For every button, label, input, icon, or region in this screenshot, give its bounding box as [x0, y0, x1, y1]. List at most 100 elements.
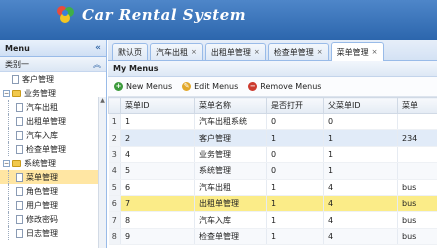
tree-item[interactable]: 客户管理 — [0, 72, 106, 86]
tree-connector — [8, 198, 9, 212]
table-cell: 0 — [266, 146, 324, 164]
tab-label: 汽车出租 — [156, 47, 188, 57]
collapse-toggle-icon[interactable]: − — [3, 89, 10, 97]
table-cell: 4 — [323, 195, 398, 213]
tree-item-label: 检查单管理 — [26, 144, 66, 154]
tree-connector — [8, 212, 9, 226]
tree-connector — [8, 142, 9, 156]
tree-connector — [8, 184, 9, 198]
tree-item-label: 修改密码 — [26, 214, 58, 224]
tree-item[interactable]: 汽车入库 — [0, 128, 106, 142]
column-header[interactable]: 菜单名称 — [194, 97, 267, 114]
tree-item-label: 出租单管理 — [26, 116, 66, 126]
remove-menus-button[interactable]: − Remove Menus — [248, 82, 321, 91]
file-icon — [16, 144, 23, 154]
sidebar-group-header[interactable]: 类别一 ︽ — [0, 57, 106, 72]
table-cell: 0 — [266, 162, 324, 180]
row-number-header — [108, 97, 121, 114]
table-row[interactable]: 7 8 汽车入库 1 4 bus — [108, 211, 437, 229]
table-cell: 1 — [266, 211, 324, 229]
table-cell — [397, 146, 437, 164]
tab-3[interactable]: 检查单管理 × — [267, 43, 329, 60]
double-chevron-left-icon[interactable]: « — [95, 43, 101, 53]
column-header[interactable]: 菜单ID — [120, 97, 195, 114]
logo-icon — [57, 6, 74, 23]
collapse-toggle-icon[interactable]: − — [3, 159, 10, 167]
tab-label: 检查单管理 — [273, 47, 314, 57]
table-cell: 4 — [323, 179, 398, 196]
tree-folder[interactable]: − 业务管理 — [0, 86, 106, 100]
tree-item[interactable]: 检查单管理 — [0, 142, 106, 156]
row-number: 8 — [108, 228, 121, 246]
sidebar-scrollbar[interactable]: ▲ — [98, 97, 106, 248]
row-number: 5 — [108, 179, 121, 196]
tree-folder[interactable]: − 系统管理 — [0, 156, 106, 170]
tree-item[interactable]: 汽车出租 — [0, 100, 106, 114]
file-icon — [16, 200, 23, 210]
close-icon[interactable]: × — [317, 48, 323, 56]
sidebar-group-label: 类别一 — [5, 59, 29, 69]
column-header[interactable]: 菜单 — [397, 97, 437, 114]
file-icon — [16, 172, 23, 182]
tree-item[interactable]: 日志管理 — [0, 226, 106, 240]
column-header[interactable]: 父菜单ID — [323, 97, 398, 114]
sidebar-title: Menu — [5, 43, 30, 53]
tab-0[interactable]: 默认页 — [112, 43, 148, 60]
table-cell: 汽车出租系统 — [194, 113, 267, 131]
double-chevron-up-icon[interactable]: ︽ — [93, 59, 101, 70]
table-cell: 7 — [120, 195, 195, 213]
table-row[interactable]: 3 4 业务管理 0 1 — [108, 146, 437, 164]
table-cell: 检查单管理 — [194, 228, 267, 246]
table-row[interactable]: 4 5 系统管理 0 1 — [108, 162, 437, 180]
table-row[interactable]: 6 7 出租单管理 1 4 bus — [108, 195, 437, 213]
table-cell: 1 — [323, 162, 398, 180]
tree-item-label: 用户管理 — [26, 200, 58, 210]
tree-item[interactable]: 用户管理 — [0, 198, 106, 212]
table-cell: bus — [397, 179, 437, 196]
new-menus-button[interactable]: + New Menus — [114, 82, 172, 91]
close-icon[interactable]: × — [254, 48, 260, 56]
table-row[interactable]: 5 6 汽车出租 1 4 bus — [108, 179, 437, 196]
tab-bar: 默认页 汽车出租 × 出租单管理 × 检查单管理 × 菜单管理 × — [108, 40, 437, 61]
tree-item[interactable]: 菜单管理 — [0, 170, 106, 184]
table-cell: 6 — [120, 179, 195, 196]
table-cell: 5 — [120, 162, 195, 180]
scroll-up-icon[interactable]: ▲ — [99, 97, 106, 105]
column-header[interactable]: 是否打开 — [266, 97, 324, 114]
app-title: Car Rental System — [82, 6, 247, 24]
row-number: 7 — [108, 211, 121, 229]
edit-icon: ✎ — [182, 82, 192, 91]
tree-item-label: 角色管理 — [26, 186, 58, 196]
edit-menus-button[interactable]: ✎ Edit Menus — [182, 82, 238, 91]
tab-1[interactable]: 汽车出租 × — [150, 43, 203, 60]
tree-connector — [8, 170, 9, 184]
tree-item-label: 菜单管理 — [26, 172, 58, 182]
row-number: 2 — [108, 129, 121, 147]
table-cell — [397, 113, 437, 131]
close-icon[interactable]: × — [191, 48, 197, 56]
sidebar: Menu « 类别一 ︽ 客户管理 − 业务管理汽车出租出租单管理汽车入库检查单管理… — [0, 40, 107, 248]
table-cell: 4 — [120, 146, 195, 164]
menus-grid: 菜单ID 菜单名称 是否打开 父菜单ID 菜单 1 1 汽车出租系统 0 0 2 2 客户管理 1 1 23… — [108, 97, 437, 246]
grid-body: 1 1 汽车出租系统 0 0 2 2 客户管理 1 1 234 3 4 业务管理 0 1 4 5 系统管理 0 1 5 6 汽… — [108, 113, 437, 246]
close-icon[interactable]: × — [372, 48, 378, 56]
table-cell: 汽车出租 — [194, 179, 267, 196]
remove-icon: − — [248, 82, 258, 91]
table-row[interactable]: 8 9 检查单管理 1 4 bus — [108, 228, 437, 246]
tab-2[interactable]: 出租单管理 × — [204, 43, 266, 60]
tree-connector — [8, 226, 9, 240]
table-cell: bus — [397, 195, 437, 213]
row-number: 6 — [108, 195, 121, 213]
sidebar-header: Menu « — [0, 40, 106, 57]
tab-4[interactable]: 菜单管理 × — [330, 42, 384, 61]
file-icon — [16, 102, 23, 112]
grid-header-row: 菜单ID 菜单名称 是否打开 父菜单ID 菜单 — [108, 97, 437, 114]
tree-item-label: 汽车出租 — [26, 102, 58, 112]
tree-item[interactable]: 出租单管理 — [0, 114, 106, 128]
tree-item[interactable]: 角色管理 — [0, 184, 106, 198]
folder-icon — [12, 159, 21, 167]
table-row[interactable]: 2 2 客户管理 1 1 234 — [108, 129, 437, 147]
tree-item-label: 系统管理 — [24, 158, 56, 168]
table-row[interactable]: 1 1 汽车出租系统 0 0 — [108, 113, 437, 131]
tree-item[interactable]: 修改密码 — [0, 212, 106, 226]
